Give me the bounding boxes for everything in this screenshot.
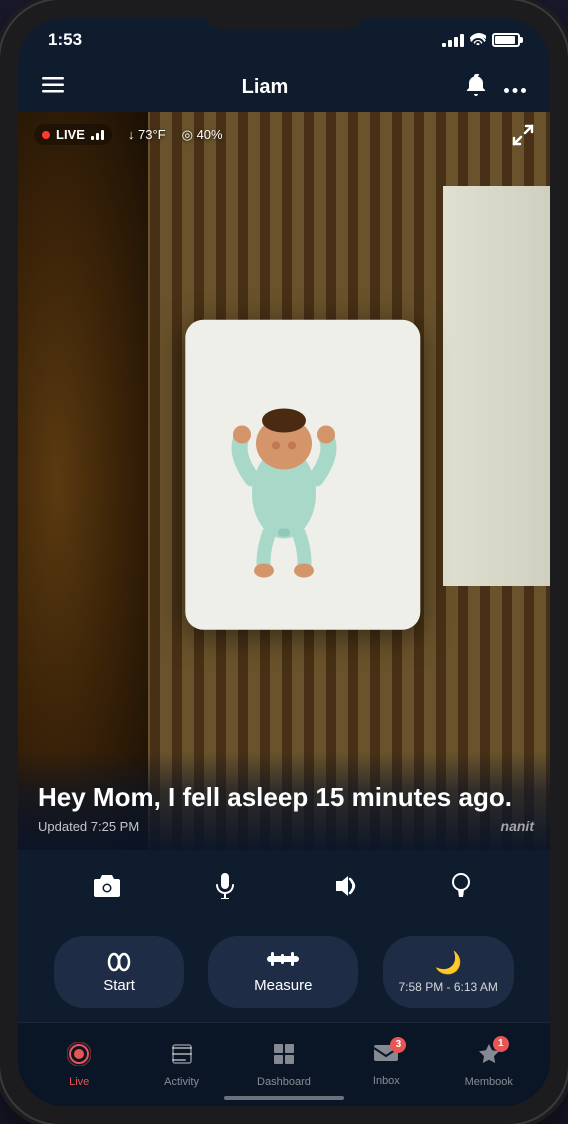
- menu-button[interactable]: [42, 76, 64, 99]
- notch: [204, 0, 364, 30]
- phone-frame: 1:53: [0, 0, 568, 1124]
- humidity-display: ◎ 40%: [182, 127, 223, 143]
- status-icons: [442, 32, 520, 48]
- action-row: Start Measure 🌙 7:58 PM - 6:13 AM: [18, 922, 550, 1022]
- membook-badge: 1: [493, 1036, 509, 1052]
- moon-icon: 🌙: [434, 950, 461, 976]
- fullscreen-button[interactable]: [512, 124, 534, 152]
- microphone-button[interactable]: [201, 862, 249, 910]
- camera-button[interactable]: [83, 862, 131, 910]
- header-title: Liam: [242, 76, 289, 99]
- nav-dashboard-label: Dashboard: [257, 1076, 311, 1088]
- live-badge: LIVE: [34, 124, 112, 145]
- crib-left-area: [18, 112, 148, 850]
- inbox-badge-container: 3: [374, 1043, 398, 1071]
- light-button[interactable]: [437, 862, 485, 910]
- more-button[interactable]: [504, 77, 526, 98]
- home-indicator: [224, 1096, 344, 1100]
- signal-icon: [442, 34, 464, 47]
- live-dot: [42, 131, 50, 139]
- nav-activity-label: Activity: [164, 1076, 199, 1088]
- activity-nav-icon: [170, 1042, 194, 1072]
- baby-figure: [214, 379, 354, 584]
- wifi-icon: [470, 32, 486, 48]
- app-header: Liam: [18, 62, 550, 112]
- live-label: LIVE: [56, 127, 85, 142]
- nav-dashboard[interactable]: Dashboard: [249, 1034, 319, 1096]
- nav-membook[interactable]: 1 Membook: [454, 1034, 524, 1096]
- live-signal-icon: [91, 130, 104, 140]
- start-icon: [104, 951, 134, 973]
- camera-view[interactable]: LIVE ↓ 73°F ◎ 40%: [18, 112, 550, 850]
- dashboard-nav-icon: [272, 1042, 296, 1072]
- sound-button[interactable]: [319, 862, 367, 910]
- status-time: 1:53: [48, 30, 82, 50]
- bell-button[interactable]: [466, 74, 486, 101]
- sleep-message: Hey Mom, I fell asleep 15 minutes ago.: [38, 782, 530, 813]
- live-nav-icon: [67, 1042, 91, 1072]
- nav-membook-label: Membook: [465, 1076, 513, 1088]
- membook-badge-container: 1: [477, 1042, 501, 1072]
- start-label: Start: [103, 977, 135, 994]
- sleep-schedule-button[interactable]: 🌙 7:58 PM - 6:13 AM: [383, 936, 514, 1008]
- temperature-display: ↓ 73°F: [128, 127, 166, 142]
- measure-label: Measure: [254, 977, 312, 994]
- nanit-brand: nanit: [501, 818, 534, 834]
- nav-live[interactable]: Live: [44, 1034, 114, 1096]
- header-actions: [466, 74, 526, 101]
- measure-button[interactable]: Measure: [208, 936, 358, 1008]
- controls-row: [18, 850, 550, 922]
- nav-inbox-label: Inbox: [373, 1075, 400, 1087]
- camera-scene: LIVE ↓ 73°F ◎ 40%: [18, 112, 550, 850]
- sleep-time: 7:58 PM - 6:13 AM: [399, 980, 498, 994]
- nav-live-label: Live: [69, 1076, 89, 1088]
- camera-overlay: Hey Mom, I fell asleep 15 minutes ago. U…: [18, 752, 550, 850]
- bottom-nav: Live Activity: [18, 1022, 550, 1106]
- updated-text: Updated 7:25 PM: [38, 819, 530, 834]
- battery-icon: [492, 33, 520, 47]
- live-indicator-bar: LIVE ↓ 73°F ◎ 40%: [34, 124, 223, 145]
- crib-right-panel: [443, 186, 550, 586]
- start-button[interactable]: Start: [54, 936, 184, 1008]
- inbox-badge: 3: [390, 1037, 406, 1053]
- measure-icon: [267, 950, 299, 973]
- nav-activity[interactable]: Activity: [147, 1034, 217, 1096]
- phone-screen: 1:53: [18, 18, 550, 1106]
- nav-inbox[interactable]: 3 Inbox: [351, 1035, 421, 1095]
